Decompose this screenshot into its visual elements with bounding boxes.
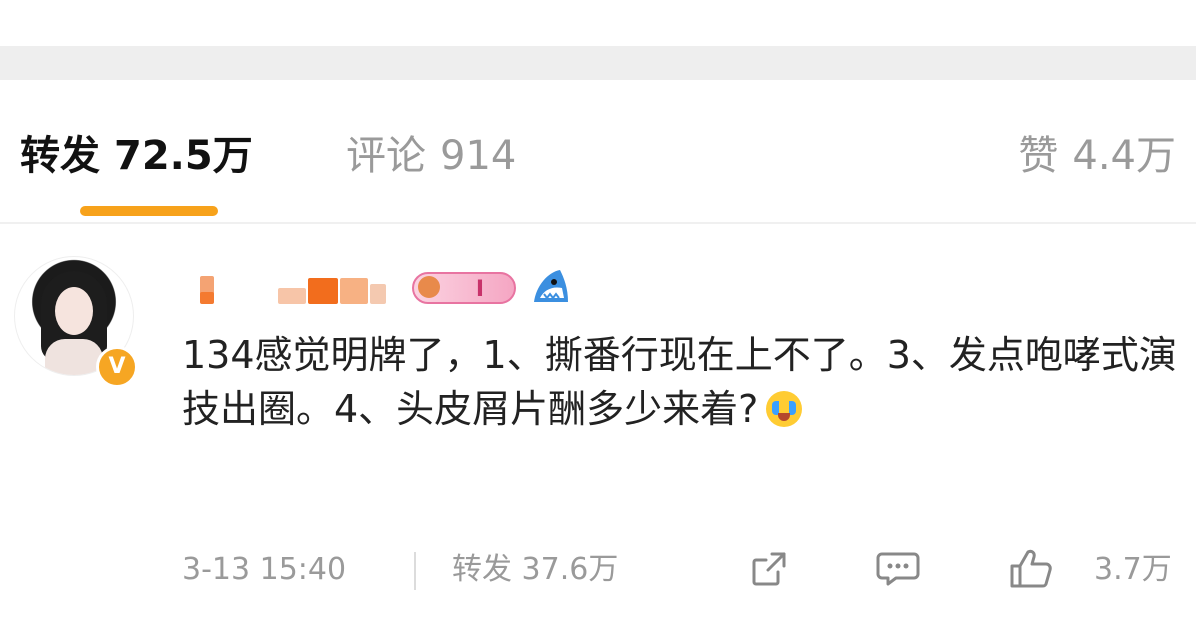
- comment-meta-bar: 3-13 15:40 转发 37.6万 3.7万: [182, 542, 1182, 598]
- share-icon[interactable]: [750, 550, 788, 588]
- blurred-username-block: [278, 288, 306, 304]
- like-count[interactable]: 3.7万: [1094, 542, 1172, 598]
- tab-repost[interactable]: 转发 72.5万: [20, 128, 253, 184]
- tab-like-label: 赞: [1018, 133, 1059, 179]
- comment-body: 134感觉明牌了，1、撕番行现在上不了。3、发点咆哮式演技出圈。4、头皮屑片酬多…: [182, 333, 1177, 431]
- section-separator-band: [0, 46, 1196, 80]
- comment-text: 134感觉明牌了，1、撕番行现在上不了。3、发点咆哮式演技出圈。4、头皮屑片酬多…: [182, 328, 1182, 436]
- shark-badge-icon: [534, 270, 568, 302]
- tab-comment[interactable]: 评论 914: [346, 128, 516, 184]
- blurred-username-block: [370, 284, 386, 304]
- repost-label: 转发: [452, 552, 512, 587]
- repost-item: V I 134感觉明牌了，1、撕番行现在上不了。3、发点咆哮式演技出圈。4、头皮…: [0, 224, 1196, 638]
- blurred-username-block: [340, 278, 368, 304]
- fan-medal-icon: [418, 276, 440, 298]
- timestamp: 3-13 15:40: [182, 552, 347, 587]
- tab-like[interactable]: 赞 4.4万: [1018, 128, 1176, 184]
- tab-comment-label: 评论: [346, 133, 426, 179]
- blurred-username-block: [308, 278, 338, 304]
- tab-repost-count: 72.5万: [114, 133, 253, 179]
- crying-laughing-emoji-icon: [766, 391, 803, 427]
- meta-separator: [414, 552, 416, 590]
- thumbs-up-icon[interactable]: [1008, 548, 1054, 590]
- tab-comment-count: 914: [440, 133, 517, 179]
- active-tab-indicator: [80, 206, 218, 216]
- repost-count-button[interactable]: 转发 37.6万: [452, 542, 618, 598]
- avatar-face: [55, 287, 93, 335]
- username-row[interactable]: I: [190, 268, 610, 308]
- top-blank-area: [0, 0, 1196, 46]
- comment-bubble-icon[interactable]: [876, 550, 920, 588]
- repost-count: 37.6万: [521, 552, 619, 587]
- blurred-username-block: [200, 292, 214, 304]
- interaction-tabs: 转发 72.5万 评论 914 赞 4.4万: [0, 80, 1196, 224]
- avatar-body: [45, 339, 103, 375]
- tab-repost-label: 转发: [20, 133, 100, 179]
- verified-v-icon: V: [96, 346, 138, 388]
- tab-like-count: 4.4万: [1072, 133, 1176, 179]
